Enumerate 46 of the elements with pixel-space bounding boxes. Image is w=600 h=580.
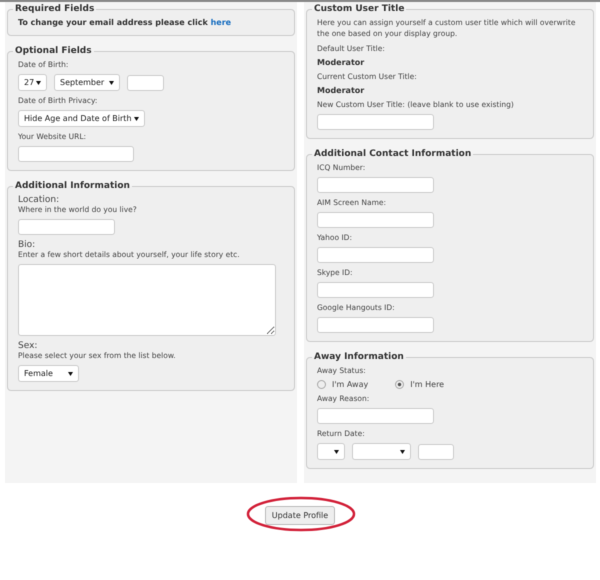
location-input[interactable] (18, 219, 115, 235)
update-profile-button[interactable]: Update Profile (264, 506, 336, 525)
day-select[interactable] (317, 443, 345, 460)
panel-title: Away Information (313, 352, 405, 362)
field-label: Location: (18, 195, 60, 205)
email-change-text: To change your email address please click here (18, 18, 232, 27)
year-input[interactable] (127, 74, 164, 90)
panel-title: Additional Contact Information (313, 149, 472, 159)
here-link[interactable]: here (210, 18, 232, 27)
select-value: Female (24, 369, 53, 378)
panel-title: Required Fields (14, 4, 96, 14)
caret-icon (36, 80, 41, 84)
title-value: Moderator (317, 86, 366, 95)
contact-input[interactable] (317, 282, 434, 298)
field-label: Bio: (18, 240, 36, 250)
caret-icon (334, 450, 339, 454)
caret-icon (109, 80, 114, 84)
panel-title: Optional Fields (14, 46, 93, 56)
month-select[interactable] (352, 443, 411, 460)
panel-title: Custom User Title (313, 4, 406, 14)
website-input[interactable] (18, 146, 134, 162)
caret-icon (400, 450, 405, 454)
radio-option[interactable]: I'm Away (317, 380, 368, 389)
field-label: Sex: (18, 341, 38, 351)
select-value: 27 (24, 78, 34, 87)
radio-button[interactable] (395, 380, 404, 389)
caret-icon (68, 372, 73, 376)
month-select[interactable]: September (54, 74, 120, 91)
contact-input[interactable] (317, 177, 434, 193)
caret-icon (134, 116, 139, 120)
custom-title-input[interactable] (317, 114, 434, 130)
title-value: Moderator (317, 58, 366, 67)
year-input[interactable] (418, 444, 454, 460)
sex-select[interactable]: Female (18, 365, 79, 382)
contact-input[interactable] (317, 317, 434, 333)
privacy-select[interactable]: Hide Age and Date of Birth (18, 110, 145, 127)
panel-title: Additional Information (14, 181, 131, 191)
day-select[interactable]: 27 (18, 74, 47, 91)
away-reason-input[interactable] (317, 408, 434, 424)
select-value: September (60, 78, 104, 87)
select-value: Hide Age and Date of Birth (24, 114, 132, 123)
radio-button[interactable] (317, 380, 326, 389)
radio-option[interactable]: I'm Here (395, 380, 444, 389)
contact-input[interactable] (317, 247, 434, 263)
bio-textarea[interactable] (18, 264, 276, 336)
contact-input[interactable] (317, 212, 434, 228)
